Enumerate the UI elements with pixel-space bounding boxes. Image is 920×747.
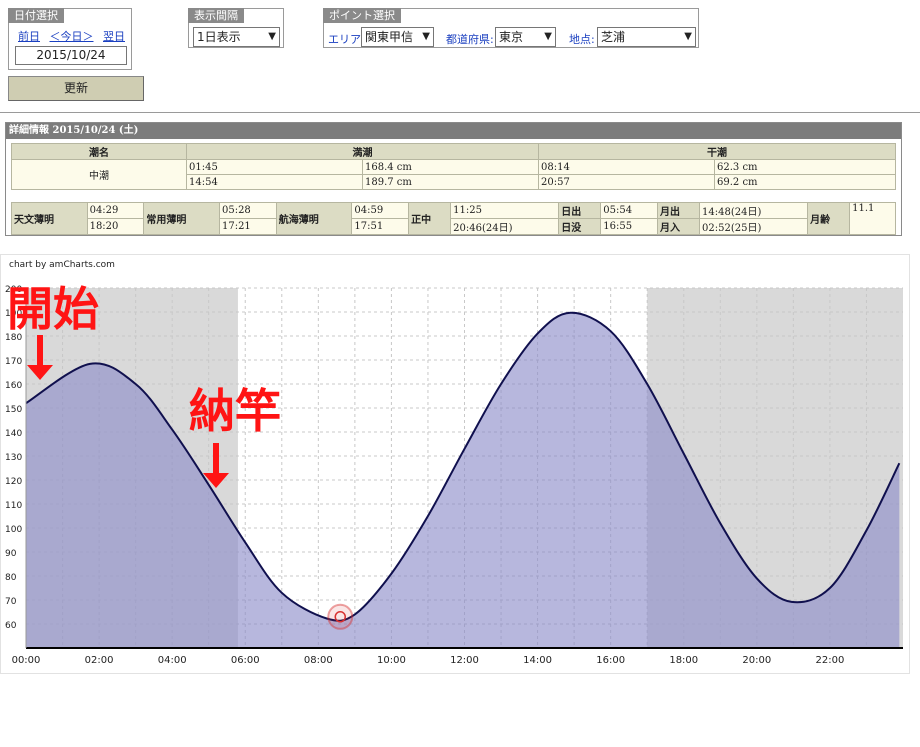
y-tick-label: 100	[5, 525, 22, 535]
y-tick-label: 170	[5, 357, 22, 367]
astronomical-twilight-end: 18:20	[86, 218, 145, 235]
moonrise-label: 月出	[657, 202, 701, 219]
sunrise-label: 日出	[558, 202, 602, 219]
chevron-down-icon: ▼	[684, 31, 692, 42]
low-tide-time: 08:14	[538, 159, 715, 175]
sunset-label: 日没	[558, 218, 602, 235]
detail-panel: 詳細情報 2015/10/24 (土) 潮名 満潮 干潮 中潮 01:45 16…	[5, 122, 902, 236]
area-select-value: 関東甲信	[365, 30, 414, 44]
y-tick-label: 120	[5, 477, 22, 487]
interval-select[interactable]: 1日表示 ▼	[193, 27, 280, 47]
x-tick-label: 16:00	[596, 655, 625, 666]
y-tick-label: 160	[5, 381, 22, 391]
nautical-twilight-end: 17:51	[351, 218, 410, 235]
moon-age-value: 11.1	[849, 202, 896, 235]
interval-group: 表示間隔 1日表示 ▼	[188, 8, 284, 48]
y-tick-label: 60	[5, 621, 17, 631]
x-tick-label: 22:00	[816, 655, 845, 666]
nautical-twilight-label: 航海薄明	[275, 202, 353, 235]
date-select-legend: 日付選択	[8, 8, 64, 23]
start-annotation: 開始	[7, 282, 99, 336]
x-tick-label: 20:00	[742, 655, 771, 666]
y-tick-label: 70	[5, 597, 17, 607]
y-tick-label: 90	[5, 549, 17, 559]
prev-day-link[interactable]: 前日	[18, 30, 40, 43]
spot-select[interactable]: 芝浦 ▼	[597, 27, 696, 47]
high-tide-time: 14:54	[186, 174, 363, 190]
y-tick-label: 110	[5, 501, 22, 511]
date-select-group: 日付選択 前日 ＜今日＞ 翌日 2015/10/24	[8, 8, 132, 70]
area-select[interactable]: 関東甲信 ▼	[361, 27, 434, 47]
tide-chart[interactable]: chart by amCharts.com 60 70 80 90 100 110 120 1…	[0, 254, 910, 674]
moon-age-label: 月齢	[807, 202, 851, 235]
low-tide-time: 20:57	[538, 174, 715, 190]
high-tide-level: 168.4 cm	[362, 159, 539, 175]
x-tick-label: 06:00	[231, 655, 260, 666]
update-button[interactable]: 更新	[8, 76, 144, 101]
spot-select-value: 芝浦	[601, 30, 626, 44]
low-tide-level: 62.3 cm	[714, 159, 896, 175]
moonset-value: 02:52(25日)	[699, 218, 809, 235]
high-tide-time: 01:45	[186, 159, 363, 175]
prefecture-select[interactable]: 東京 ▼	[495, 27, 556, 47]
today-link[interactable]: ＜今日＞	[50, 30, 94, 43]
civil-twilight-end: 17:21	[218, 218, 277, 235]
next-day-link[interactable]: 翌日	[103, 30, 125, 43]
tide-name: 中潮	[11, 159, 187, 190]
prefecture-select-value: 東京	[499, 30, 524, 44]
x-tick-label: 08:00	[304, 655, 333, 666]
x-tick-label: 12:00	[450, 655, 479, 666]
x-tick-label: 18:00	[669, 655, 698, 666]
sunset-value: 16:55	[600, 218, 659, 235]
nautical-twilight-start: 04:59	[351, 202, 410, 219]
interval-legend: 表示間隔	[188, 8, 244, 23]
tide-name-header: 潮名	[11, 143, 187, 160]
chevron-down-icon: ▼	[268, 31, 276, 42]
point-legend: ポイント選択	[323, 8, 401, 23]
meridian-transit-second: 20:46(24日)	[450, 218, 560, 235]
astronomical-twilight-label: 天文薄明	[11, 202, 88, 235]
tide-table: 潮名 満潮 干潮 中潮 01:45 168.4 cm 08:14 62.3 cm…	[11, 143, 896, 190]
y-tick-label: 150	[5, 405, 22, 415]
y-tick-label: 130	[5, 453, 22, 463]
chevron-down-icon: ▼	[544, 31, 552, 42]
x-tick-label: 10:00	[377, 655, 406, 666]
low-tide-level: 69.2 cm	[714, 174, 896, 190]
moonset-label: 月入	[657, 218, 701, 235]
civil-twilight-start: 05:28	[218, 202, 277, 219]
sunrise-value: 05:54	[600, 202, 659, 219]
meridian-transit-label: 正中	[408, 202, 452, 235]
civil-twilight-label: 常用薄明	[143, 202, 220, 235]
chevron-down-icon: ▼	[422, 31, 430, 42]
low-tide-header: 干潮	[538, 143, 896, 160]
detail-title: 詳細情報 2015/10/24 (土)	[6, 123, 901, 139]
y-tick-label: 140	[5, 429, 22, 439]
date-input[interactable]: 2015/10/24	[15, 46, 127, 65]
prefecture-label: 都道府県:	[446, 33, 494, 46]
area-label: エリア:	[328, 33, 365, 46]
high-tide-level: 189.7 cm	[362, 174, 539, 190]
x-tick-label: 02:00	[85, 655, 114, 666]
high-tide-header: 満潮	[186, 143, 539, 160]
x-tick-label: 14:00	[523, 655, 552, 666]
finish-annotation: 納竿	[189, 384, 281, 438]
astronomical-twilight-start: 04:29	[86, 202, 145, 219]
cursor-marker-outer	[327, 603, 354, 630]
spot-label: 地点:	[569, 33, 595, 46]
x-tick-label: 04:00	[158, 655, 187, 666]
point-group: ポイント選択 エリア: 関東甲信 ▼ 都道府県: 東京 ▼ 地点: 芝浦 ▼	[323, 8, 699, 48]
section-divider	[0, 112, 920, 113]
y-tick-label: 80	[5, 573, 17, 583]
tide-chart-svg[interactable]: 6070809010011012013014015016017018019020…	[1, 255, 911, 675]
meridian-transit-value: 11:25	[450, 202, 560, 219]
x-tick-label: 00:00	[12, 655, 41, 666]
sun-moon-table: 天文薄明 04:29 常用薄明 05:28 航海薄明 04:59 正中 11:2…	[11, 202, 896, 235]
interval-select-value: 1日表示	[197, 30, 241, 44]
moonrise-value: 14:48(24日)	[699, 202, 809, 219]
